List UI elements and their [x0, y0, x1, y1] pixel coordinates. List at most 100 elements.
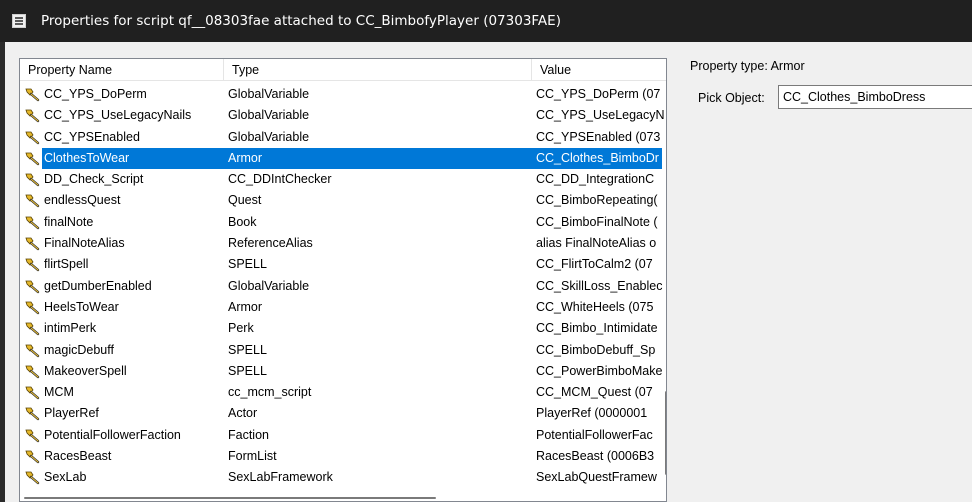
property-wrench-icon [25, 131, 40, 145]
property-type-cell: Perk [228, 321, 254, 336]
property-value-cell: CC_PowerBimboMake [536, 363, 663, 378]
property-name-cell: DD_Check_Script [44, 172, 144, 187]
table-row[interactable]: MCM cc_mcm_script CC_MCM_Quest (07 [20, 382, 660, 403]
table-row[interactable]: finalNote Book CC_BimboFinalNote ( [20, 212, 660, 233]
property-wrench-icon [25, 471, 40, 485]
property-name-cell: PlayerRef [44, 406, 99, 421]
property-name-cell: magicDebuff [44, 342, 114, 357]
table-row[interactable]: flirtSpell SPELL CC_FlirtToCalm2 (07 [20, 254, 660, 275]
table-row[interactable]: CC_YPS_UseLegacyNails GlobalVariable CC_YP… [20, 105, 664, 126]
property-name-cell: flirtSpell [44, 257, 89, 272]
property-value-cell: CC_DD_IntegrationC [536, 172, 655, 187]
property-value-cell: CC_BimboRepeating( [536, 193, 658, 208]
property-type-cell: Armor [228, 150, 263, 165]
property-type-cell: SPELL [228, 342, 267, 357]
table-row[interactable]: ClothesToWear Armor CC_Clothes_BimboDr [20, 147, 662, 170]
property-wrench-icon [25, 237, 40, 251]
list-rows: CC_YPS_DoPerm GlobalVariable CC_YPS_DoPerm… [20, 84, 664, 489]
property-name-cell: getDumberEnabled [44, 278, 152, 293]
property-wrench-icon [25, 386, 40, 400]
column-header-property-name[interactable]: Property Name [20, 59, 224, 81]
pick-object-label: Pick Object: [698, 91, 765, 105]
property-wrench-icon [25, 173, 40, 187]
window-icon [12, 14, 26, 28]
property-type-cell: cc_mcm_script [228, 385, 312, 400]
properties-dialog: Property Name Type Value CC_YPS_DoPerm Gl… [5, 42, 972, 502]
table-row[interactable]: MakeoverSpell SPELL CC_PowerBimboMake [20, 361, 662, 382]
property-wrench-icon [25, 301, 40, 315]
property-type-cell: GlobalVariable [228, 278, 310, 293]
property-wrench-icon [25, 216, 40, 230]
property-name-cell: MCM [44, 385, 74, 400]
property-value-cell: CC_FlirtToCalm2 (07 [536, 257, 653, 272]
property-type-cell: CC_DDIntChecker [228, 172, 332, 187]
property-wrench-icon [25, 344, 40, 358]
property-name-cell: FinalNoteAlias [44, 236, 125, 251]
property-type-cell: FormList [228, 449, 277, 464]
property-wrench-icon [25, 322, 40, 336]
table-row[interactable]: RacesBeast FormList RacesBeast (0006B3 [20, 446, 660, 467]
property-type-cell: SPELL [228, 363, 267, 378]
table-row[interactable]: FinalNoteAlias ReferenceAlias alias FinalN… [20, 233, 660, 254]
property-type-cell: Faction [228, 427, 269, 442]
property-value-cell: CC_MCM_Quest (07 [536, 385, 653, 400]
list-header: Property Name Type Value [20, 59, 666, 81]
properties-list[interactable]: Property Name Type Value CC_YPS_DoPerm Gl… [19, 58, 667, 502]
property-wrench-icon [25, 407, 40, 421]
property-value-cell: CC_BimboDebuff_Sp [536, 342, 656, 357]
table-row[interactable]: SexLab SexLabFramework SexLabQuestFramew [20, 467, 660, 488]
table-row[interactable]: getDumberEnabled GlobalVariable CC_SkillLo… [20, 276, 662, 297]
table-row[interactable]: PlayerRef Actor PlayerRef (0000001 [20, 403, 660, 424]
property-value-cell: PotentialFollowerFac [536, 427, 653, 442]
property-type-cell: Quest [228, 193, 262, 208]
table-row[interactable]: HeelsToWear Armor CC_WhiteHeels (075 [20, 297, 660, 318]
property-wrench-icon [25, 429, 40, 443]
horizontal-scroll-thumb[interactable] [24, 497, 436, 499]
property-value-cell: CC_SkillLoss_Enablec [536, 278, 663, 293]
vertical-scrollbar[interactable] [665, 81, 666, 501]
property-name-cell: CC_YPS_DoPerm [44, 87, 147, 101]
property-type-cell: GlobalVariable [228, 87, 310, 101]
property-wrench-icon [25, 88, 40, 102]
table-row[interactable]: intimPerk Perk CC_Bimbo_Intimidate [20, 318, 660, 339]
vertical-scroll-thumb[interactable] [665, 391, 666, 475]
property-type-cell: GlobalVariable [228, 108, 310, 123]
property-value-cell: CC_Clothes_BimboDr [536, 150, 659, 165]
property-value-cell: CC_YPSEnabled (073 [536, 129, 661, 144]
property-value-cell: CC_BimboFinalNote ( [536, 214, 658, 229]
property-wrench-icon [25, 194, 40, 208]
property-name-cell: intimPerk [44, 321, 97, 336]
table-row[interactable]: endlessQuest Quest CC_BimboRepeating( [20, 190, 660, 211]
property-wrench-icon [25, 152, 40, 166]
property-type-cell: SexLabFramework [228, 470, 333, 485]
property-type-cell: SPELL [228, 257, 267, 272]
column-header-type[interactable]: Type [224, 59, 532, 81]
property-value-cell: CC_YPS_DoPerm (07 [536, 87, 661, 101]
property-type-label: Property type: Armor [690, 59, 805, 73]
table-row[interactable]: PotentialFollowerFaction Faction Potential… [20, 425, 660, 446]
property-value-cell: CC_WhiteHeels (075 [536, 299, 654, 314]
property-type-cell: Book [228, 214, 257, 229]
property-name-cell: ClothesToWear [44, 150, 130, 165]
property-name-cell: finalNote [44, 214, 94, 229]
horizontal-scrollbar[interactable] [20, 496, 666, 501]
property-value-cell: PlayerRef (0000001 [536, 406, 648, 421]
property-value-cell: RacesBeast (0006B3 [536, 449, 655, 464]
property-name-cell: RacesBeast [44, 449, 112, 464]
table-row[interactable]: DD_Check_Script CC_DDIntChecker CC_DD_Inte… [20, 169, 660, 190]
property-name-cell: MakeoverSpell [44, 363, 127, 378]
property-wrench-icon [25, 280, 40, 294]
table-row[interactable]: magicDebuff SPELL CC_BimboDebuff_Sp [20, 340, 660, 361]
property-wrench-icon [25, 258, 40, 272]
pick-object-field[interactable]: CC_Clothes_BimboDress [778, 85, 972, 109]
title-bar: Properties for script qf__08303fae attac… [0, 0, 972, 42]
property-name-cell: SexLab [44, 470, 87, 485]
property-name-cell: PotentialFollowerFaction [44, 427, 181, 442]
property-name-cell: CC_YPS_UseLegacyNails [44, 108, 192, 123]
property-detail-pane: Property type: Armor Pick Object: CC_Clo… [680, 42, 972, 502]
column-header-value[interactable]: Value [532, 59, 666, 81]
property-value-cell: alias FinalNoteAlias o [536, 236, 657, 251]
property-wrench-icon [25, 450, 40, 464]
table-row[interactable]: CC_YPS_DoPerm GlobalVariable CC_YPS_DoPerm… [20, 84, 660, 105]
table-row[interactable]: CC_YPSEnabled GlobalVariable CC_YPSEnabled… [20, 127, 660, 148]
